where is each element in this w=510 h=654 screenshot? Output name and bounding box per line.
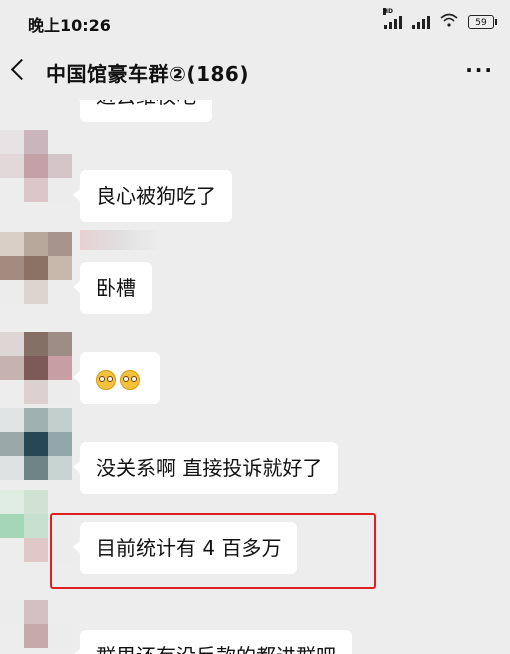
chat-title: 中国馆豪车群②(186) [46, 62, 249, 86]
system-icons: HD 59 [383, 7, 497, 31]
status-bar: 晚上10:26 HD 59 [0, 0, 510, 44]
message-bubble[interactable]: 卧槽 [73, 262, 152, 314]
back-arrow-icon[interactable] [10, 58, 33, 81]
chat-header: 中国馆豪车群②(186) ··· [0, 44, 510, 100]
message-text: 没关系啊 直接投诉就好了 [96, 456, 323, 480]
dizzy-face-emoji [96, 369, 116, 390]
message-bubble[interactable]: 没关系啊 直接投诉就好了 [72, 442, 339, 494]
status-time: 晚上10:26 [28, 16, 111, 35]
signal-icon: HD [383, 7, 402, 29]
avatar[interactable] [0, 600, 72, 648]
avatar[interactable] [0, 232, 72, 304]
signal-icon-2 [412, 15, 430, 29]
message-text: 进去维权吧 [96, 100, 196, 108]
avatar[interactable] [0, 130, 72, 202]
message-bubble[interactable] [73, 352, 160, 404]
message-bubble[interactable]: 进去维权吧 [73, 100, 212, 122]
message-text: 良心被狗吃了 [96, 184, 216, 208]
avatar[interactable] [0, 332, 72, 404]
message-list[interactable]: 进去维权吧 良心被狗吃了 卧槽 没关系啊 直接投诉就好了 [0, 100, 510, 654]
more-options-icon[interactable]: ··· [465, 58, 494, 82]
dizzy-face-emoji [120, 369, 140, 390]
battery-icon: 59 [468, 14, 497, 29]
message-bubble[interactable]: 群里还有没反款的都进群吧 [73, 630, 352, 654]
message-text: 群里还有没反款的都进群吧 [96, 644, 336, 654]
hd-label: HD [383, 7, 394, 15]
wifi-icon [440, 12, 458, 31]
message-bubble[interactable]: 良心被狗吃了 [73, 170, 232, 222]
sender-name [80, 230, 158, 250]
red-highlight-box [50, 513, 376, 589]
avatar[interactable] [0, 408, 72, 480]
message-text: 卧槽 [96, 276, 136, 300]
